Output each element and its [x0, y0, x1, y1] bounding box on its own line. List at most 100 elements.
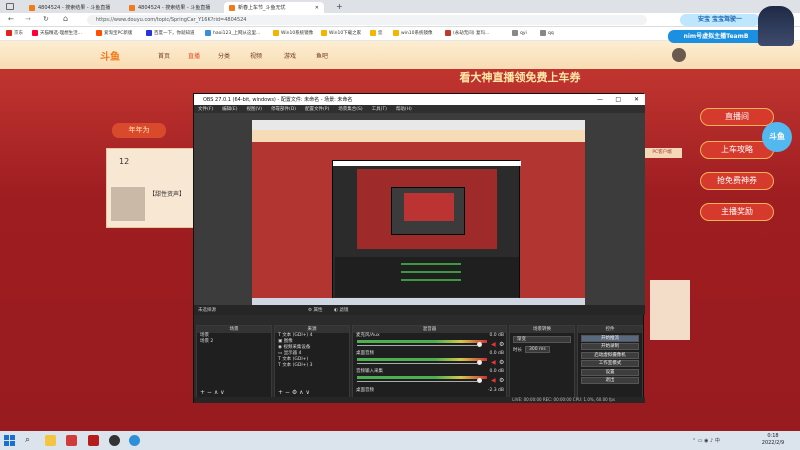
- url-field[interactable]: https://www.douyu.com/topic/SpringCar_Y1…: [87, 15, 647, 25]
- mixer-track: 桌面音频 0.0 dB ◀ ⚙: [353, 351, 506, 369]
- bookmark-item[interactable]: haoi123_上网从这里...: [205, 30, 260, 36]
- close-tab-icon[interactable]: ✕: [315, 5, 319, 11]
- bookmark-item[interactable]: qyi: [512, 30, 527, 36]
- file-explorer-icon[interactable]: [45, 435, 56, 446]
- bookmark-item[interactable]: Win10下载之家: [321, 30, 361, 36]
- bookmark-item[interactable]: 您: [370, 30, 383, 36]
- transition-select[interactable]: 渐变: [513, 336, 571, 343]
- gear-icon[interactable]: ⚙: [499, 341, 504, 348]
- slider-handle[interactable]: [477, 360, 482, 365]
- menu-edit[interactable]: 编辑(E): [222, 106, 237, 112]
- bookmark-icon: [512, 30, 518, 36]
- right-info-card: [650, 280, 690, 340]
- menu-scene-collection[interactable]: 场景集合(S): [338, 106, 362, 112]
- forward-icon[interactable]: →: [25, 15, 31, 23]
- properties-button[interactable]: ⚙ 属性: [308, 307, 322, 313]
- menu-view[interactable]: 视图(V): [246, 106, 262, 112]
- nested-site-header: [252, 130, 585, 142]
- search-icon[interactable]: ⌕: [25, 435, 36, 446]
- start-recording-button[interactable]: 开始录制: [581, 343, 639, 350]
- volume-slider[interactable]: [357, 381, 477, 382]
- browser-tab-3-active[interactable]: 新春上车节_斗鱼无忧 ✕: [224, 2, 324, 13]
- mute-icon[interactable]: ◀: [491, 377, 496, 384]
- bookmark-item[interactable]: 百度一下，你就知道: [146, 30, 195, 36]
- nav-item[interactable]: 首页: [158, 51, 170, 60]
- refresh-icon[interactable]: ↻: [43, 15, 49, 23]
- minimize-icon[interactable]: —: [597, 96, 603, 103]
- maximize-icon[interactable]: □: [615, 96, 621, 103]
- volume-slider[interactable]: [357, 363, 477, 364]
- app-red-icon[interactable]: [66, 435, 77, 446]
- avatar[interactable]: [672, 48, 686, 62]
- gear-icon[interactable]: ⚙: [499, 377, 504, 384]
- track-db: 0.0 dB: [489, 369, 504, 374]
- menu-help[interactable]: 帮助(H): [396, 106, 412, 112]
- edge-icon[interactable]: [129, 435, 140, 446]
- track-name: 麦克风/Aux: [356, 333, 380, 338]
- bookmark-item[interactable]: 京东: [6, 30, 23, 36]
- bookmark-item[interactable]: win10系统镜像: [393, 30, 433, 36]
- filters-button[interactable]: ◐ 滤镜: [334, 307, 348, 313]
- nav-item[interactable]: 游戏: [284, 51, 296, 60]
- volume-slider[interactable]: [357, 345, 477, 346]
- corner-badge[interactable]: 斗鱼: [762, 122, 792, 152]
- bookmark-icon: [6, 30, 12, 36]
- bookmark-item[interactable]: Win10系统镜像: [273, 30, 313, 36]
- anchor-avatar[interactable]: [111, 187, 145, 221]
- slider-handle[interactable]: [477, 378, 482, 383]
- promo-label[interactable]: PC客户端: [642, 148, 682, 158]
- scene-item[interactable]: 场景 2: [197, 339, 271, 345]
- tab-actions-icon[interactable]: [6, 3, 14, 10]
- nav-item[interactable]: 分类: [218, 51, 230, 60]
- obs-icon[interactable]: [109, 435, 120, 446]
- menu-tools[interactable]: 工具(T): [372, 106, 387, 112]
- sidebar-live-room[interactable]: 直播间: [700, 108, 774, 126]
- nav-item[interactable]: 视频: [250, 51, 262, 60]
- anchor-title[interactable]: 【甜性资声】: [149, 189, 185, 198]
- sources-panel: 来源 T 文本 (GDI+) 4 ▣ 图像 ◉ 视频采集设备 ▭ 显示器 4 T…: [274, 325, 350, 399]
- bookmark-item[interactable]: 爱淘宝PC新版: [96, 30, 132, 36]
- bookmark-label: (永劫无间) 复玛...: [453, 31, 490, 36]
- scene-toolbar[interactable]: + − ∧ ∨: [200, 389, 225, 396]
- nested-preview: [357, 169, 497, 249]
- new-tab-button[interactable]: +: [336, 2, 343, 11]
- back-icon[interactable]: ←: [8, 15, 14, 23]
- close-icon[interactable]: ✕: [634, 96, 639, 103]
- menu-file[interactable]: 文件(F): [198, 106, 213, 112]
- sidebar-rewards[interactable]: 主播奖励: [700, 203, 774, 221]
- obs-preview-area[interactable]: [194, 113, 645, 306]
- settings-button[interactable]: 设置: [581, 368, 639, 376]
- volume-meter: [357, 358, 487, 361]
- left-tab-label[interactable]: 年年为: [112, 123, 166, 138]
- windows-start-icon[interactable]: [4, 435, 15, 446]
- mute-icon[interactable]: ◀: [491, 341, 496, 348]
- home-icon[interactable]: ⌂: [63, 14, 68, 23]
- nav-item[interactable]: 鱼吧: [316, 51, 328, 60]
- nested-obs-title: [333, 161, 521, 166]
- folder-icon: [370, 30, 376, 36]
- bookmark-item[interactable]: 天猫精选-理想生活...: [32, 30, 82, 36]
- studio-mode-button[interactable]: 工作室模式: [581, 360, 639, 367]
- source-item[interactable]: T 文本 (GDI+) 3: [275, 363, 349, 369]
- app-icon[interactable]: [88, 435, 99, 446]
- sidebar-free-coupon[interactable]: 抢免费神券: [700, 172, 774, 190]
- slider-handle[interactable]: [477, 342, 482, 347]
- source-toolbar[interactable]: + − ⚙ ∧ ∨: [278, 389, 310, 396]
- clock[interactable]: 0:18 2022/2/9: [752, 433, 794, 447]
- start-streaming-button[interactable]: 开始推流: [581, 334, 639, 342]
- virtual-camera-button[interactable]: 启动虚拟摄像机: [581, 351, 639, 359]
- browser-tab-1[interactable]: 4804524 - 搜索结果 - 斗鱼直播: [24, 2, 124, 13]
- mute-icon[interactable]: ◀: [491, 359, 496, 366]
- menu-profile[interactable]: 配置文件(P): [305, 106, 329, 112]
- douyu-logo[interactable]: 斗鱼: [100, 48, 120, 63]
- nav-item-active[interactable]: 直播: [188, 51, 200, 60]
- preview-canvas[interactable]: [252, 120, 585, 306]
- bookmark-item[interactable]: qq: [540, 30, 554, 36]
- exit-button[interactable]: 退出: [581, 377, 639, 384]
- menu-docks[interactable]: 停靠部件(D): [271, 106, 296, 112]
- bookmark-item[interactable]: (永劫无间) 复玛...: [445, 30, 489, 36]
- tray-icons[interactable]: ⌃ ▭ ◉ ♪ 中: [692, 437, 720, 444]
- browser-tab-2[interactable]: 4804524 - 搜索结果 - 斗鱼直播: [124, 2, 224, 13]
- duration-input[interactable]: 300 ms: [525, 346, 550, 353]
- gear-icon[interactable]: ⚙: [499, 359, 504, 366]
